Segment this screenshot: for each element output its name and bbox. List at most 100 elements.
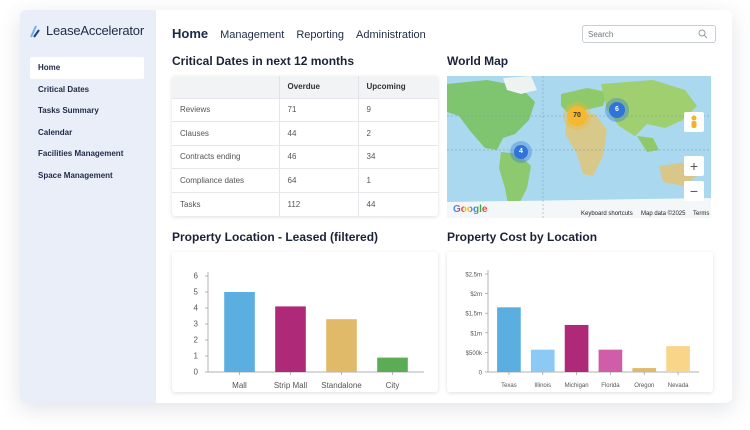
y-tick-label: $500k bbox=[466, 351, 483, 357]
y-tick-label: $1m bbox=[470, 331, 482, 337]
google-logo-text: Google bbox=[453, 204, 488, 215]
x-tick-label: Oregon bbox=[634, 383, 654, 389]
app-window: LeaseAccelerator Home Critical Dates Tas… bbox=[20, 10, 732, 403]
row-label: Compliance dates bbox=[172, 168, 280, 192]
x-tick-label: Illinois bbox=[534, 383, 551, 389]
property-location-card: 0 1 2 3 4 5 6 Mall Strip Mall Standalone City bbox=[172, 252, 438, 392]
row-label: Contracts ending bbox=[172, 144, 280, 169]
row-upcoming: 2 bbox=[358, 121, 438, 145]
bar-illinois bbox=[530, 349, 555, 372]
terms-link[interactable]: Terms bbox=[693, 211, 709, 217]
bar-florida bbox=[598, 349, 623, 372]
nav-management[interactable]: Management bbox=[220, 29, 284, 41]
search-icon[interactable] bbox=[698, 29, 708, 39]
world-map-title: World Map bbox=[447, 54, 509, 68]
main-content: Home Management Reporting Administration… bbox=[156, 10, 732, 403]
bar-city bbox=[377, 357, 408, 372]
property-cost-card: 0 $500k $1m $1,5m $2m $2,5m Texas Illinois Michi… bbox=[447, 252, 713, 392]
y-tick-label: 5 bbox=[194, 288, 199, 297]
logo-text: LeaseAccelerator bbox=[46, 23, 144, 38]
sidebar-item-space-management[interactable]: Space Management bbox=[30, 165, 144, 187]
row-label: Reviews bbox=[172, 97, 280, 122]
row-upcoming: 44 bbox=[358, 191, 438, 216]
bar-oregon bbox=[632, 368, 657, 372]
logo-icon bbox=[30, 25, 40, 38]
bar-michigan bbox=[564, 324, 589, 372]
sidebar-item-home[interactable]: Home bbox=[30, 57, 144, 79]
sidebar-nav: Home Critical Dates Tasks Summary Calend… bbox=[30, 57, 144, 186]
row-overdue: 64 bbox=[279, 168, 359, 192]
property-location-title: Property Location - Leased (filtered) bbox=[172, 230, 379, 244]
row-label: Tasks bbox=[172, 191, 280, 216]
map-cluster-70[interactable]: 70 bbox=[567, 106, 587, 126]
zoom-out-button[interactable]: − bbox=[684, 181, 704, 201]
y-tick-label: 0 bbox=[194, 368, 199, 377]
x-tick-label: Strip Mall bbox=[274, 381, 308, 390]
row-upcoming: 9 bbox=[358, 97, 438, 122]
row-overdue: 71 bbox=[279, 97, 359, 122]
header-upcoming: Upcoming bbox=[358, 76, 438, 98]
world-map[interactable]: 70 6 4 + − Google Keyboard shortcuts Map… bbox=[447, 76, 711, 218]
bar-strip-mall bbox=[275, 306, 306, 372]
y-tick-label: $1,5m bbox=[465, 312, 482, 318]
top-nav: Home Management Reporting Administration bbox=[172, 26, 438, 41]
google-logo: Google bbox=[453, 204, 487, 215]
bar-texas bbox=[497, 307, 521, 372]
sidebar-item-tasks-summary[interactable]: Tasks Summary bbox=[30, 100, 144, 122]
y-tick-label: $2,5m bbox=[465, 273, 482, 279]
y-tick-label: 3 bbox=[194, 320, 199, 329]
y-tick-label: 6 bbox=[194, 272, 199, 281]
table-row[interactable]: Contracts ending 46 34 bbox=[172, 144, 438, 169]
map-landmass bbox=[447, 76, 711, 218]
search-input[interactable] bbox=[582, 25, 716, 43]
x-tick-label: Texas bbox=[501, 383, 517, 389]
row-overdue: 46 bbox=[279, 144, 359, 169]
sidebar-item-calendar[interactable]: Calendar bbox=[30, 122, 144, 144]
bar-standalone bbox=[326, 319, 357, 372]
nav-administration[interactable]: Administration bbox=[356, 29, 426, 41]
y-tick-label: 0 bbox=[479, 371, 483, 377]
y-tick-label: $2m bbox=[470, 292, 482, 298]
table-row[interactable]: Compliance dates 64 1 bbox=[172, 168, 438, 192]
zoom-in-button[interactable]: + bbox=[684, 156, 704, 176]
x-tick-label: Nevada bbox=[668, 383, 689, 389]
table-row[interactable]: Tasks 112 44 bbox=[172, 191, 438, 216]
y-tick-label: 4 bbox=[194, 304, 199, 313]
nav-reporting[interactable]: Reporting bbox=[296, 29, 344, 41]
x-tick-label: Michigan bbox=[565, 383, 589, 389]
row-overdue: 112 bbox=[279, 191, 359, 216]
header-label bbox=[172, 76, 280, 98]
map-cluster-4[interactable]: 4 bbox=[514, 145, 528, 159]
y-tick-label: 1 bbox=[194, 352, 199, 361]
header-overdue: Overdue bbox=[279, 76, 359, 98]
row-upcoming: 34 bbox=[358, 144, 438, 169]
row-label: Clauses bbox=[172, 121, 280, 145]
x-tick-label: Mall bbox=[232, 381, 247, 390]
keyboard-shortcuts-link[interactable]: Keyboard shortcuts bbox=[581, 211, 633, 217]
row-upcoming: 1 bbox=[358, 168, 438, 192]
critical-dates-title: Critical Dates in next 12 months bbox=[172, 54, 355, 68]
nav-home[interactable]: Home bbox=[172, 26, 208, 41]
logo[interactable]: LeaseAccelerator bbox=[30, 23, 144, 38]
bar-mall bbox=[224, 292, 255, 372]
table-row[interactable]: Reviews 71 9 bbox=[172, 97, 438, 122]
sidebar: LeaseAccelerator Home Critical Dates Tas… bbox=[20, 10, 156, 403]
property-cost-title: Property Cost by Location bbox=[447, 230, 598, 244]
sidebar-item-critical-dates[interactable]: Critical Dates bbox=[30, 79, 144, 101]
map-cluster-6[interactable]: 6 bbox=[609, 102, 625, 118]
x-tick-label: Florida bbox=[601, 383, 620, 389]
x-tick-label: City bbox=[386, 381, 400, 390]
x-tick-label: Standalone bbox=[321, 381, 362, 390]
property-location-chart: 0 1 2 3 4 5 6 Mall Strip Mall Standalone City bbox=[194, 272, 424, 390]
sidebar-item-facilities-management[interactable]: Facilities Management bbox=[30, 143, 144, 165]
table-row[interactable]: Clauses 44 2 bbox=[172, 121, 438, 145]
critical-dates-table: Overdue Upcoming Reviews 71 9 Clauses 44… bbox=[172, 76, 438, 216]
bar-nevada bbox=[666, 346, 690, 372]
row-overdue: 44 bbox=[279, 121, 359, 145]
map-data-text: Map data ©2025 bbox=[641, 211, 686, 217]
pegman-figure bbox=[691, 115, 697, 128]
table-header-row: Overdue Upcoming bbox=[172, 76, 438, 98]
y-tick-label: 2 bbox=[194, 336, 199, 345]
property-cost-chart: 0 $500k $1m $1,5m $2m $2,5m Texas Illinois Michi… bbox=[465, 270, 699, 389]
pegman-icon[interactable] bbox=[684, 112, 704, 132]
